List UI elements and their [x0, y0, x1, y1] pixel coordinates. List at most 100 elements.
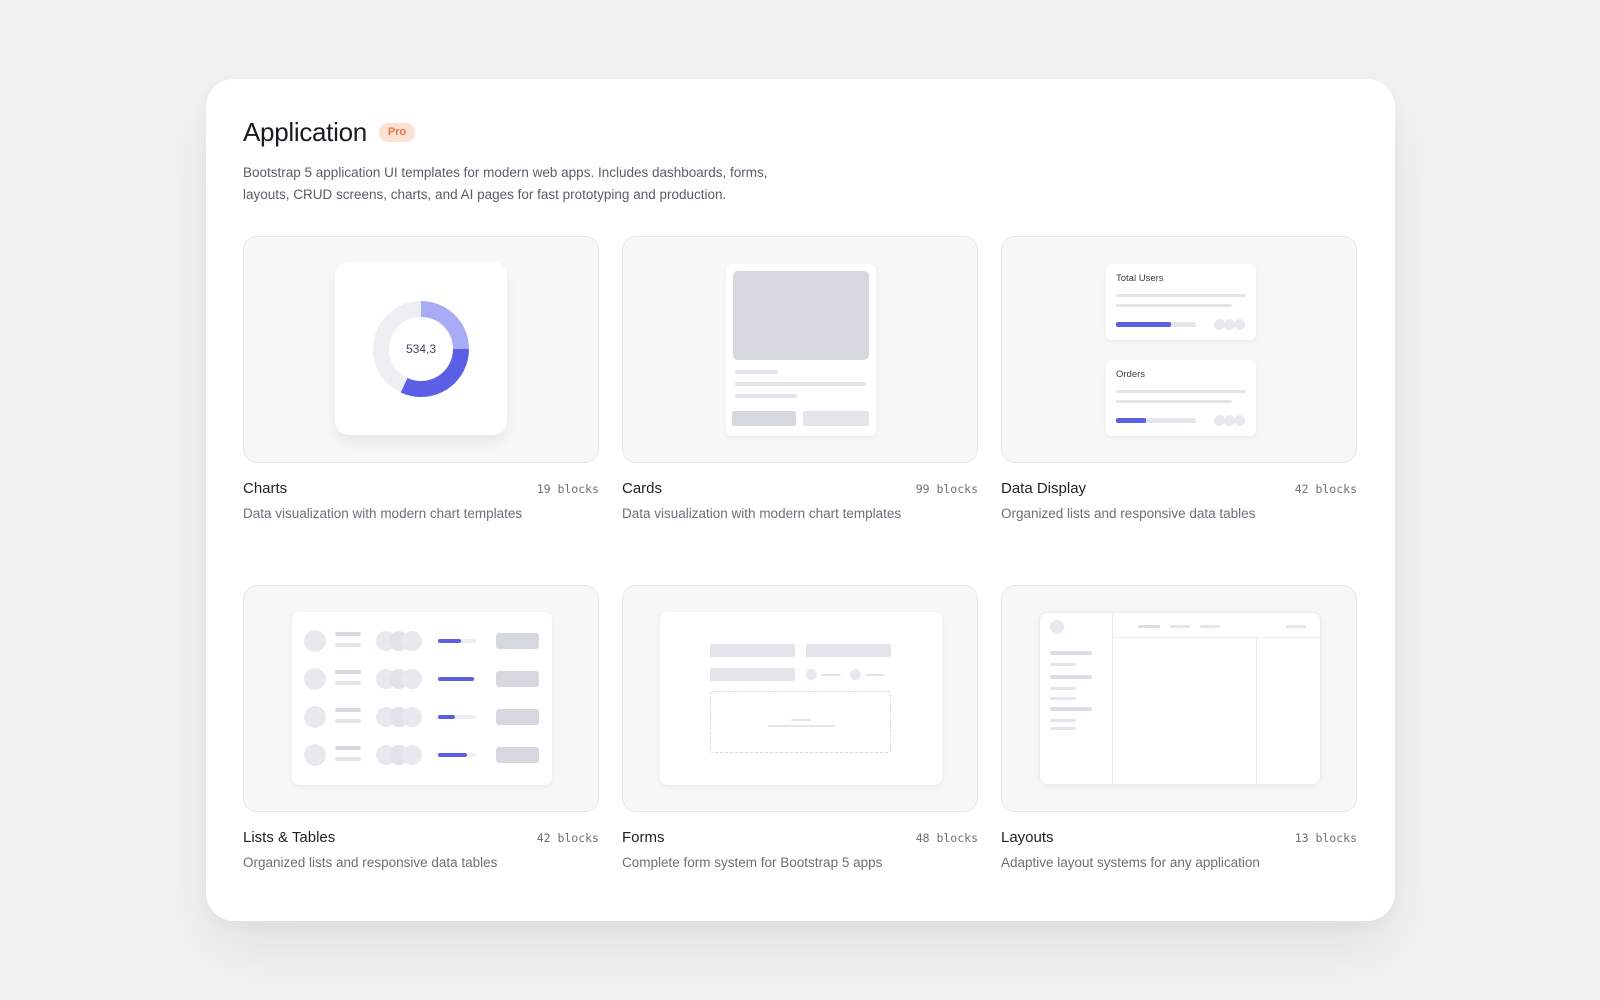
card-title: Data Display [1001, 480, 1087, 497]
list-row-action-placeholder [496, 633, 539, 649]
stat-label: Orders [1116, 369, 1146, 380]
logo-placeholder [1050, 620, 1064, 634]
form-widget [660, 612, 942, 785]
list-row-text [335, 757, 361, 761]
card-thumbnail: Total Users Orders [1001, 236, 1357, 463]
header-tab-placeholder [1200, 625, 1220, 628]
list-row-progress-fill [438, 753, 467, 757]
category-card-data-display[interactable]: Total Users Orders Data Display 42 block… [1001, 236, 1357, 521]
list-row-progress-track [438, 677, 476, 681]
list-row-text [335, 746, 361, 750]
progress-fill [1116, 418, 1147, 423]
card-meta: Lists & Tables 42 blocks [243, 829, 599, 846]
image-placeholder [733, 271, 869, 360]
text-placeholder [1116, 400, 1232, 403]
text-placeholder [768, 725, 835, 727]
header-action-placeholder [1286, 625, 1306, 628]
card-title: Forms [622, 829, 665, 846]
stat-label: Total Users [1116, 273, 1164, 284]
card-title: Layouts [1001, 829, 1054, 846]
list-row-action-placeholder [496, 747, 539, 763]
card-description: Adaptive layout systems for any applicat… [1001, 855, 1260, 870]
category-card-lists-tables[interactable]: Lists & Tables 42 blocks Organized lists… [243, 585, 599, 870]
layout-widget [1039, 612, 1321, 785]
header-tab-placeholder [1170, 625, 1190, 628]
list-row-progress-fill [438, 639, 461, 643]
text-placeholder [1116, 294, 1246, 297]
card-thumbnail [622, 585, 978, 812]
list-row-progress-track [438, 639, 476, 643]
card-description: Data visualization with modern chart tem… [243, 506, 523, 521]
panel-divider [1256, 637, 1257, 784]
button-placeholder [803, 411, 869, 426]
card-thumbnail [1001, 585, 1357, 812]
progress-fill [1116, 322, 1172, 327]
nav-placeholder [1050, 697, 1076, 700]
list-row-text [335, 719, 361, 723]
list-row-progress-track [438, 715, 476, 719]
category-card-cards[interactable]: Cards 99 blocks Data visualization with … [622, 236, 978, 521]
input-placeholder [710, 644, 795, 657]
card-meta: Forms 48 blocks [622, 829, 978, 846]
list-row-avatar-group [402, 707, 422, 727]
list-row-progress-track [438, 753, 476, 757]
text-placeholder [791, 719, 811, 721]
text-placeholder [1116, 390, 1246, 393]
block-count: 48 blocks [915, 831, 978, 845]
stat-card-orders: Orders [1106, 360, 1256, 436]
block-count: 13 blocks [1294, 831, 1357, 845]
text-placeholder [1116, 304, 1232, 307]
card-title: Charts [243, 480, 288, 497]
block-count: 19 blocks [536, 482, 599, 496]
sidebar-divider [1112, 613, 1113, 784]
card-description: Complete form system for Bootstrap 5 app… [622, 855, 883, 870]
card-meta: Charts 19 blocks [243, 480, 599, 497]
list-row-avatar [304, 744, 326, 766]
text-placeholder [735, 394, 797, 398]
list-row-text [335, 670, 361, 674]
progress-track [1116, 418, 1196, 423]
card-meta: Layouts 13 blocks [1001, 829, 1357, 846]
card-thumbnail [622, 236, 978, 463]
stat-card-total-users: Total Users [1106, 264, 1256, 340]
chart-widget: 534,3 [335, 262, 507, 435]
card-title: Lists & Tables [243, 829, 336, 846]
avatar-placeholder [1234, 319, 1245, 330]
list-row-avatar [304, 706, 326, 728]
card-meta: Cards 99 blocks [622, 480, 978, 497]
nav-placeholder [1050, 687, 1076, 690]
card-widget [726, 264, 876, 436]
card-description: Data visualization with modern chart tem… [622, 506, 902, 521]
text-placeholder [735, 382, 866, 386]
avatar-placeholder [1234, 415, 1245, 426]
nav-placeholder [1050, 651, 1092, 655]
list-row-progress-fill [438, 677, 475, 681]
text-placeholder [821, 674, 841, 676]
nav-placeholder [1050, 663, 1076, 666]
list-row-progress-fill [438, 715, 456, 719]
list-widget [292, 612, 552, 785]
progress-track [1116, 322, 1196, 327]
nav-placeholder [1050, 707, 1092, 711]
card-description: Organized lists and responsive data tabl… [243, 855, 498, 870]
radio-placeholder [806, 669, 817, 680]
text-placeholder [865, 674, 885, 676]
application-panel: Application Pro Bootstrap 5 application … [206, 79, 1395, 921]
input-placeholder [710, 668, 795, 681]
nav-placeholder [1050, 727, 1076, 730]
upload-dropzone [710, 691, 891, 753]
category-card-layouts[interactable]: Layouts 13 blocks Adaptive layout system… [1001, 585, 1357, 870]
page-title: Application [243, 117, 367, 147]
card-meta: Data Display 42 blocks [1001, 480, 1357, 497]
section-header: Application Pro Bootstrap 5 application … [243, 117, 863, 206]
list-row-avatar-group [402, 669, 422, 689]
pro-badge: Pro [378, 123, 416, 142]
list-row-text [335, 643, 361, 647]
list-row-avatar-group [402, 631, 422, 651]
donut-value: 534,3 [405, 342, 437, 356]
category-card-charts[interactable]: 534,3 Charts 19 blocks Data visualizatio… [243, 236, 599, 521]
category-card-forms[interactable]: Forms 48 blocks Complete form system for… [622, 585, 978, 870]
nav-placeholder [1050, 675, 1092, 679]
button-placeholder [732, 411, 796, 426]
header-divider [1112, 637, 1320, 638]
